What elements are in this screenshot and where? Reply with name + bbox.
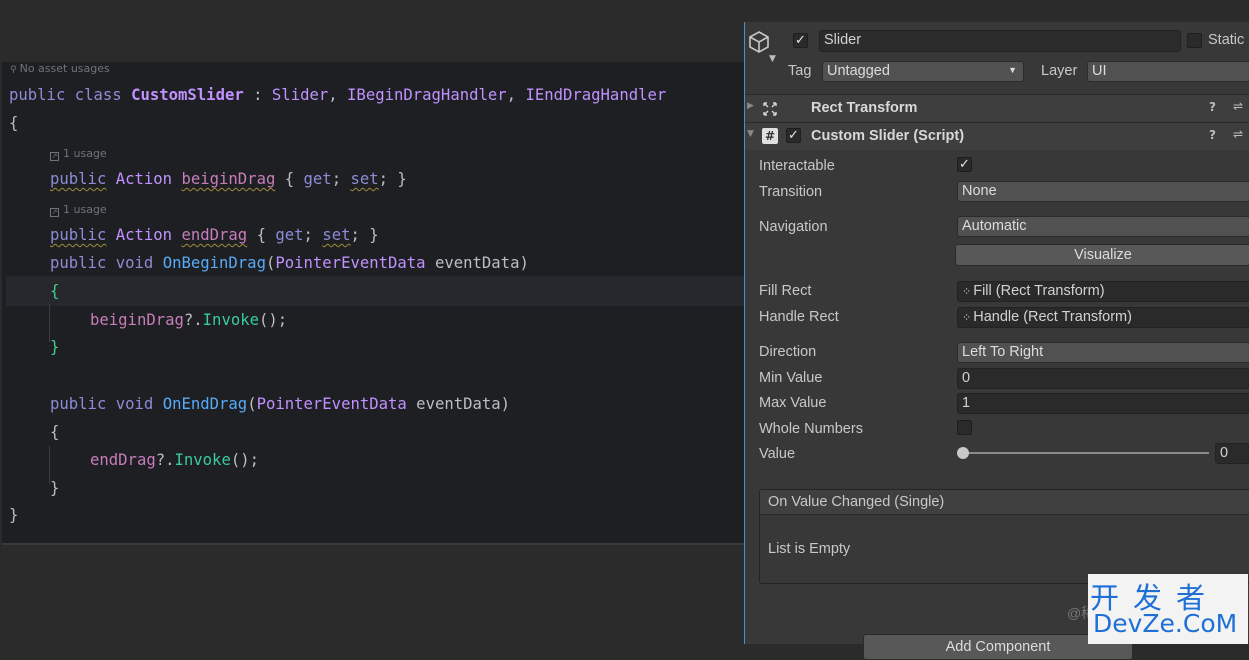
whole-numbers-checkbox[interactable] [957,420,972,435]
handle-rect-label: Handle Rect [759,309,839,325]
navigation-label: Navigation [759,219,828,235]
settings-icon[interactable]: ⇌ [1233,127,1243,141]
tag-dropdown[interactable]: Untagged ▼ [822,61,1024,82]
direction-label: Direction [759,344,817,360]
current-line-highlight [6,276,744,306]
inspector-panel[interactable]: ▼ ✓ Slider Static Tag Untagged ▼ Layer UI… [744,22,1249,660]
event-title: On Value Changed (Single) [768,494,945,510]
code-line-property-begin: public Action beiginDrag { get; set; } [50,170,407,188]
rect-transform-icon: ⁘ [962,312,972,324]
min-value-field[interactable]: 0 [957,368,1249,389]
script-icon: # [762,128,778,144]
code-line-method-end-drag: public void OnEndDrag(PointerEventData e… [50,395,511,413]
dropdown-arrow-icon[interactable]: ▼ [769,54,776,64]
help-icon[interactable]: ? [1209,100,1216,114]
value-slider-track[interactable] [957,447,1209,459]
code-line-class-close: } [9,506,19,524]
gameobject-cube-icon [747,30,771,54]
foldout-arrow-icon[interactable]: ▶ [747,101,754,111]
object-name-field[interactable]: Slider [819,30,1181,52]
layer-label: Layer [1041,63,1078,79]
rect-transform-title: Rect Transform [811,100,918,116]
interactable-checkbox[interactable]: ✓ [957,157,972,172]
tag-label: Tag [788,63,812,79]
usage-icon: ↗ [50,208,59,217]
value-label: Value [759,446,796,462]
active-checkbox[interactable]: ✓ [793,33,808,48]
dropdown-arrow-icon: ▼ [1008,65,1017,75]
static-label: Static [1208,32,1245,48]
layer-dropdown[interactable]: UI [1087,61,1249,82]
transition-label: Transition [759,184,823,200]
min-value-label: Min Value [759,370,823,386]
max-value-field[interactable]: 1 [957,393,1249,414]
code-line-property-end: public Action endDrag { get; set; } [50,226,379,244]
code-line-invoke-begin: beiginDrag?.Invoke(); [90,311,288,329]
rect-transform-header[interactable]: ▶ Rect Transform ? ⇌ [745,94,1249,122]
custom-slider-header[interactable]: ▼ # ✓ Custom Slider (Script) ? ⇌ [745,122,1249,150]
code-line-method-begin-drag: public void OnBeginDrag(PointerEventData… [50,254,529,272]
settings-icon[interactable]: ⇌ [1233,99,1243,113]
rect-transform-icon [763,101,777,116]
transition-dropdown[interactable]: None [957,181,1249,202]
usage-hint[interactable]: ⚲ No asset usages [10,62,110,75]
custom-slider-title: Custom Slider (Script) [811,128,965,144]
usage-hint-1[interactable]: ↗ 1 usage [50,147,107,161]
event-empty-text: List is Empty [768,541,851,557]
value-field[interactable]: 0 [1215,443,1249,464]
handle-rect-field[interactable]: ⁘ Handle (Rect Transform) [957,307,1249,328]
watermark: 开发者 DevZe.CoM [1088,574,1248,644]
fill-rect-label: Fill Rect [759,283,812,299]
code-line-open-brace: { [9,114,19,132]
navigation-dropdown[interactable]: Automatic [957,216,1249,237]
rect-transform-icon: ⁘ [962,286,972,298]
whole-numbers-label: Whole Numbers [759,421,863,437]
max-value-label: Max Value [759,395,827,411]
code-line-brace-close-2: } [50,479,60,497]
usage-icon: ↗ [50,152,59,161]
direction-dropdown[interactable]: Left To Right [957,342,1249,363]
tag-value: Untagged [827,63,890,79]
value-slider-handle[interactable] [957,447,969,459]
foldout-arrow-icon[interactable]: ▼ [747,129,754,139]
code-line-brace-open-2: { [50,423,60,441]
code-line-class-declaration: public class CustomSlider : Slider, IBeg… [9,86,667,104]
on-value-changed-event[interactable]: On Value Changed (Single) List is Empty [759,489,1249,584]
component-enabled-checkbox[interactable]: ✓ [786,128,801,143]
code-line-brace-open-1: { [50,282,60,300]
code-line-brace-close-1: } [50,338,60,356]
fill-rect-field[interactable]: ⁘ Fill (Rect Transform) [957,281,1249,302]
static-checkbox[interactable] [1187,33,1202,48]
code-editor[interactable]: ⚲ No asset usages public class CustomSlid… [2,62,744,545]
code-line-invoke-end: endDrag?.Invoke(); [90,451,260,469]
usages-icon: ⚲ [10,65,17,75]
watermark-line-2: DevZe.CoM [1093,609,1238,638]
visualize-button[interactable]: Visualize [955,244,1249,266]
help-icon[interactable]: ? [1209,128,1216,142]
interactable-label: Interactable [759,158,835,174]
usage-hint-2[interactable]: ↗ 1 usage [50,203,107,217]
